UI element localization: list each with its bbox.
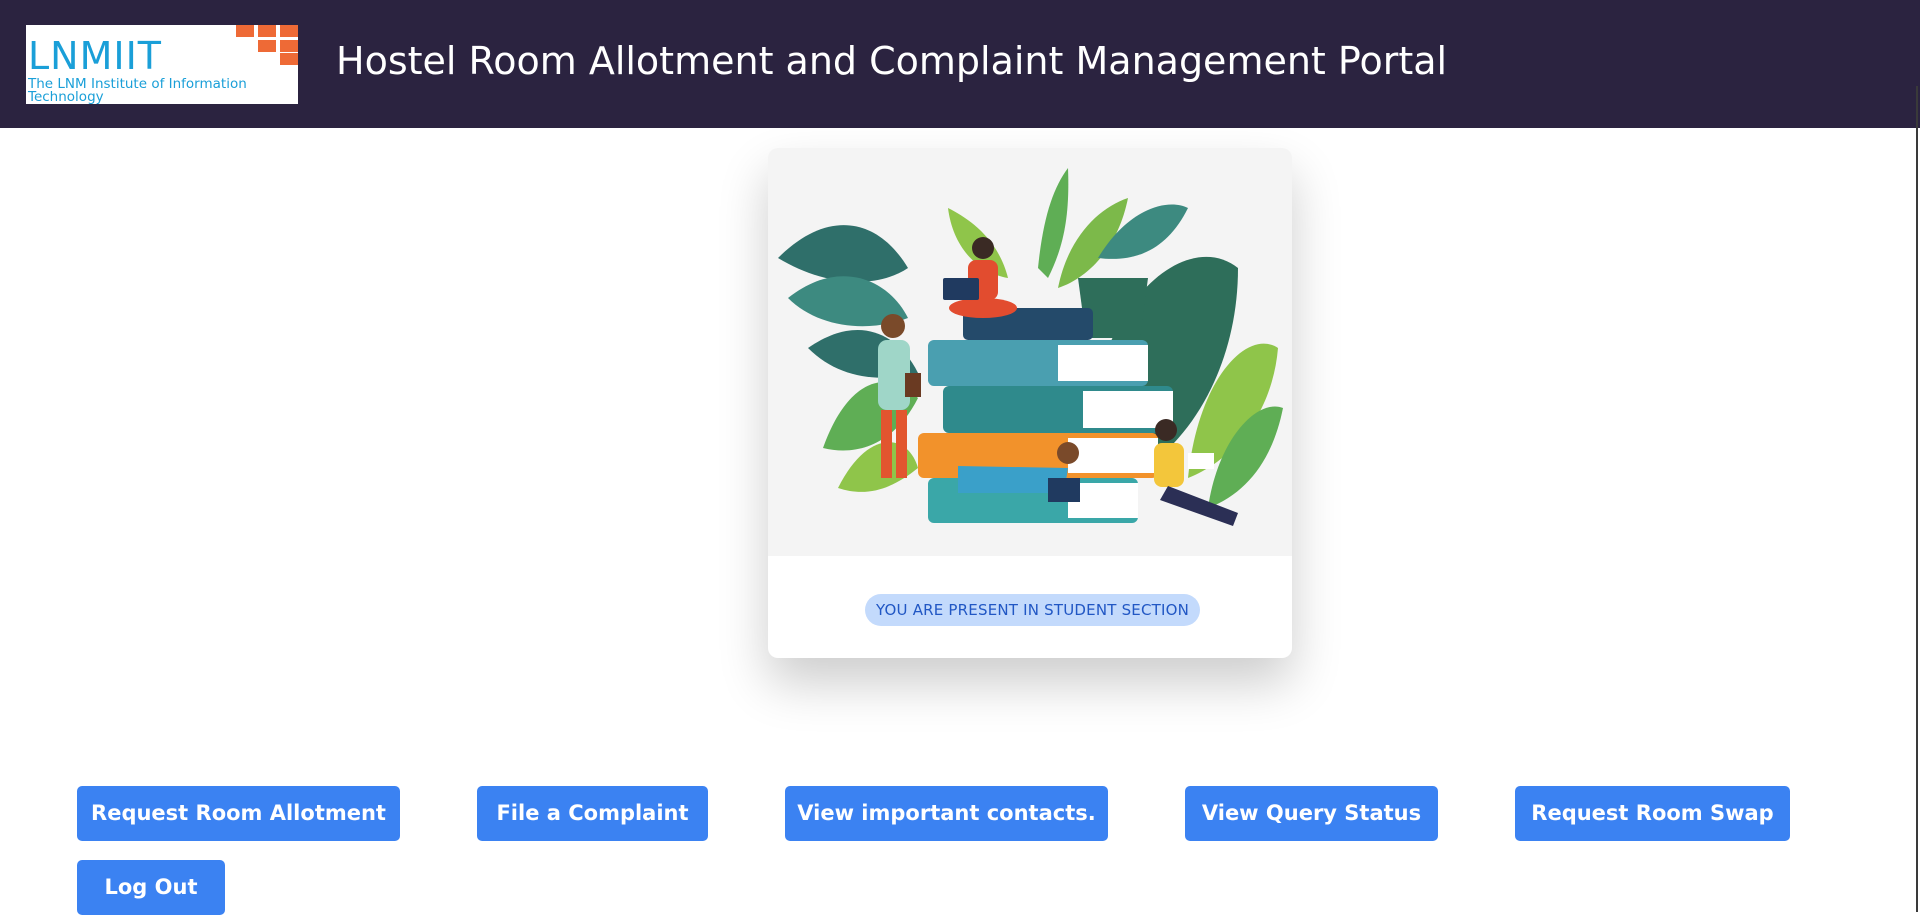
log-out-button[interactable]: Log Out xyxy=(77,860,225,915)
request-room-swap-button[interactable]: Request Room Swap xyxy=(1515,786,1790,841)
students-reading-books-illustration-icon xyxy=(768,148,1292,556)
logo-name: LNMIIT xyxy=(28,34,163,78)
view-important-contacts-button[interactable]: View important contacts. xyxy=(785,786,1108,841)
app-header: LNMIIT The LNM Institute of Information … xyxy=(0,0,1920,128)
scrollbar[interactable] xyxy=(1916,86,1918,912)
view-query-status-button[interactable]: View Query Status xyxy=(1185,786,1438,841)
file-complaint-button[interactable]: File a Complaint xyxy=(477,786,708,841)
page-title: Hostel Room Allotment and Complaint Mana… xyxy=(336,39,1448,83)
student-section-card: YOU ARE PRESENT IN STUDENT SECTION xyxy=(768,148,1292,658)
student-section-badge: YOU ARE PRESENT IN STUDENT SECTION xyxy=(865,594,1201,626)
logo-subtitle: The LNM Institute of Information Technol… xyxy=(28,76,247,104)
lnmiit-logo: LNMIIT The LNM Institute of Information … xyxy=(26,25,298,104)
logo-squares-icon xyxy=(236,25,298,65)
request-room-allotment-button[interactable]: Request Room Allotment xyxy=(77,786,400,841)
